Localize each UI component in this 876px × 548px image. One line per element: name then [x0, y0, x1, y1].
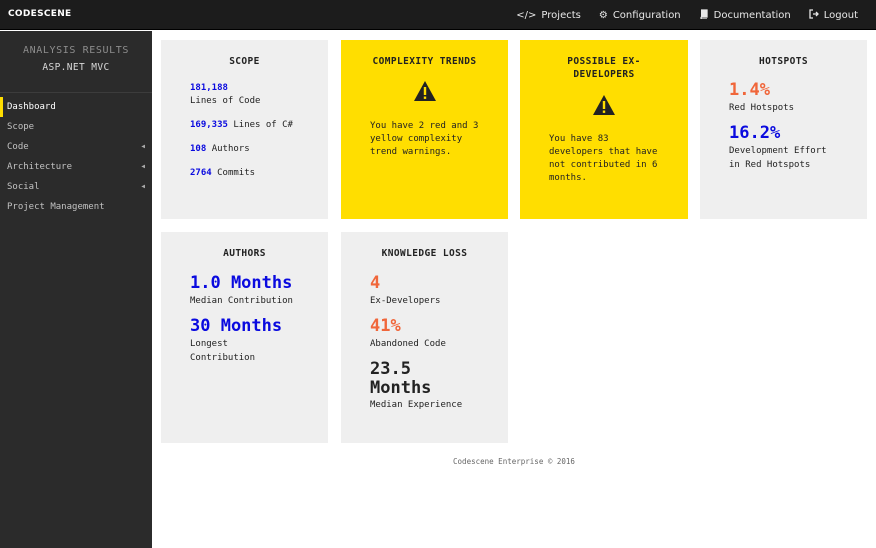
top-bar: CODESCENE </> Projects ⚙ Configuration D…	[0, 0, 876, 30]
sidebar-item-dashboard[interactable]: Dashboard	[0, 97, 152, 117]
book-icon	[699, 8, 709, 22]
ex-developers-count-label: Ex-Developers	[370, 296, 441, 306]
ex-developers-line-2: developers that have	[549, 147, 658, 157]
ex-developers-title-line-1: POSSIBLE EX-	[567, 56, 641, 67]
sidebar-item-code[interactable]: Code ◀	[0, 137, 152, 157]
complexity-line-1: You have 2 red and 3	[370, 121, 479, 131]
complexity-line-3: trend warnings.	[370, 147, 452, 157]
nav-logout[interactable]: Logout	[809, 8, 858, 22]
nav-documentation-label: Documentation	[713, 9, 791, 21]
authors-count-label: Authors	[211, 144, 250, 154]
nav-logout-label: Logout	[823, 9, 858, 21]
development-effort-value: 16.2%	[729, 123, 781, 143]
commits-label: Commits	[217, 168, 256, 178]
hotspots-title: HOTSPOTS	[759, 56, 808, 67]
sidebar-item-social[interactable]: Social ◀	[0, 177, 152, 197]
median-contribution-value: 1.0 Months	[190, 273, 293, 293]
caret-left-icon: ◀	[141, 163, 145, 170]
median-contribution-label: Median Contribution	[190, 296, 293, 306]
complexity-line-2: yellow complexity	[370, 134, 463, 144]
sidebar-item-label: Scope	[7, 122, 35, 132]
sidebar-item-label: Social	[7, 182, 40, 192]
authors-card[interactable]: AUTHORS 1.0 Months Median Contribution 3…	[161, 232, 328, 443]
caret-left-icon: ◀	[141, 143, 145, 150]
lines-of-code-label: Lines of Code	[190, 96, 261, 106]
authors-stats: 1.0 Months Median Contribution 30 Months…	[190, 274, 293, 365]
ex-developers-title: POSSIBLE EX- DEVELOPERS	[520, 55, 688, 81]
sidebar-header: ANALYSIS RESULTS ASP.NET MVC	[0, 31, 152, 93]
authors-count-value: 108	[190, 144, 207, 154]
sidebar-item-label: Architecture	[7, 162, 73, 172]
abandoned-code-label: Abandoned Code	[370, 339, 446, 349]
sidebar-item-scope[interactable]: Scope	[0, 117, 152, 137]
ex-developers-count-value: 4	[370, 273, 381, 293]
complexity-trends-title: COMPLEXITY TRENDS	[372, 56, 477, 67]
knowledge-loss-stats: 4 Ex-Developers 41% Abandoned Code 23.5 …	[370, 274, 462, 412]
commits-value: 2764	[190, 168, 212, 178]
development-effort-label-1: Development Effort	[729, 146, 827, 156]
ex-developers-text: You have 83 developers that have not con…	[549, 133, 657, 185]
nav-projects-label: Projects	[541, 9, 581, 21]
nav-projects[interactable]: </> Projects	[516, 10, 581, 21]
longest-contribution-label-2: Contribution	[190, 353, 256, 363]
longest-contribution-label-1: Longest	[190, 339, 228, 349]
knowledge-loss-title: KNOWLEDGE LOSS	[381, 248, 468, 259]
red-hotspots-label: Red Hotspots	[729, 103, 795, 113]
sidebar-item-architecture[interactable]: Architecture ◀	[0, 157, 152, 177]
top-nav: </> Projects ⚙ Configuration Documentati…	[516, 0, 858, 30]
lines-csharp-label: Lines of C#	[233, 120, 293, 130]
ex-developers-line-4: months.	[549, 173, 587, 183]
sidebar-item-label: Project Management	[7, 202, 105, 212]
longest-contribution-value: 30 Months	[190, 316, 283, 336]
nav-documentation[interactable]: Documentation	[699, 8, 791, 22]
ex-developers-title-line-2: DEVELOPERS	[573, 69, 635, 80]
code-icon: </>	[516, 9, 537, 21]
authors-title: AUTHORS	[223, 248, 266, 259]
sidebar-item-project-management[interactable]: Project Management	[0, 197, 152, 217]
analysis-results-label: ANALYSIS RESULTS	[23, 45, 129, 56]
logout-icon	[809, 8, 819, 22]
nav-configuration[interactable]: ⚙ Configuration	[599, 10, 681, 21]
warning-icon	[413, 81, 436, 101]
ex-developers-card[interactable]: POSSIBLE EX- DEVELOPERS You have 83 deve…	[520, 40, 688, 219]
caret-left-icon: ◀	[141, 183, 145, 190]
gears-icon: ⚙	[598, 9, 608, 21]
ex-developers-line-1: You have 83	[549, 134, 609, 144]
nav-configuration-label: Configuration	[612, 9, 681, 21]
footer: Codescene Enterprise © 2016	[453, 457, 575, 466]
lines-csharp-value: 169,335	[190, 120, 228, 130]
hotspots-card[interactable]: HOTSPOTS 1.4% Red Hotspots 16.2% Develop…	[700, 40, 867, 219]
warning-icon	[593, 95, 615, 115]
median-experience-value-2: Months	[370, 378, 432, 398]
sidebar-menu: Dashboard Scope Code ◀ Architecture ◀ Soci…	[0, 97, 152, 217]
development-effort-label-2: in Red Hotspots	[729, 160, 811, 170]
codescene-logo[interactable]: CODESCENE	[8, 9, 72, 19]
scope-stats: 181,188 Lines of Code 169,335 Lines of C…	[190, 82, 293, 180]
knowledge-loss-card[interactable]: KNOWLEDGE LOSS 4 Ex-Developers 41% Aband…	[341, 232, 508, 443]
commits-row: 2764 Commits	[190, 167, 293, 180]
lines-csharp-row: 169,335 Lines of C#	[190, 119, 293, 132]
sidebar-item-label: Code	[7, 142, 29, 152]
sidebar-item-label: Dashboard	[7, 102, 56, 112]
red-hotspots-value: 1.4%	[729, 80, 770, 100]
project-name: ASP.NET MVC	[42, 62, 110, 73]
hotspots-stats: 1.4% Red Hotspots 16.2% Development Effo…	[729, 81, 827, 172]
complexity-trends-text: You have 2 red and 3 yellow complexity t…	[370, 120, 478, 159]
authors-row: 108 Authors	[190, 143, 293, 156]
ex-developers-line-3: not contributed in 6	[549, 160, 658, 170]
complexity-trends-card[interactable]: COMPLEXITY TRENDS You have 2 red and 3 y…	[341, 40, 508, 219]
scope-card[interactable]: SCOPE 181,188 Lines of Code 169,335 Line…	[161, 40, 328, 219]
sidebar: ANALYSIS RESULTS ASP.NET MVC Dashboard S…	[0, 31, 152, 548]
abandoned-code-value: 41%	[370, 316, 401, 336]
scope-title: SCOPE	[229, 56, 260, 67]
median-experience-value-1: 23.5	[370, 359, 411, 379]
lines-of-code-value: 181,188	[190, 83, 228, 93]
median-experience-label: Median Experience	[370, 400, 463, 410]
